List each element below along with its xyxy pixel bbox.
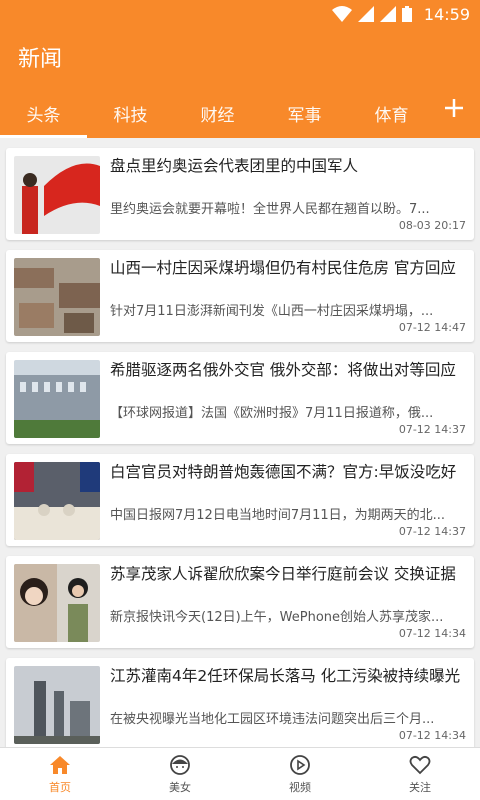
news-list[interactable]: 盘点里约奥运会代表团里的中国军人 里约奥运会就要开幕啦！全世界人民都在翘首以盼。… bbox=[0, 140, 480, 748]
home-icon bbox=[50, 756, 70, 774]
app-bar: 14:59 新闻 头条 科技 财经 军事 体育 bbox=[0, 0, 480, 138]
news-item[interactable]: 苏享茂家人诉翟欣欣案今日举行庭前会议 交换证据 新京报快讯今天(12日)上午，W… bbox=[6, 556, 474, 648]
nav-follow[interactable]: 关注 bbox=[360, 748, 480, 800]
nav-girls-label: 美女 bbox=[169, 781, 191, 794]
news-summary: 【环球网报道】法国《欧洲时报》7月11日报道称，俄... bbox=[110, 406, 434, 421]
battery-icon bbox=[401, 6, 412, 22]
tab-sports[interactable]: 体育 bbox=[348, 99, 435, 126]
signal-icon-2 bbox=[379, 6, 396, 22]
news-item[interactable]: 盘点里约奥运会代表团里的中国军人 里约奥运会就要开幕啦！全世界人民都在翘首以盼。… bbox=[6, 148, 474, 240]
news-date: 07-12 14:37 bbox=[398, 423, 466, 436]
news-summary: 在被央视曝光当地化工园区环境违法问题突出后三个月... bbox=[110, 712, 435, 727]
wifi-icon bbox=[331, 6, 352, 22]
category-tabs: 头条 科技 财经 军事 体育 bbox=[0, 86, 480, 138]
news-title: 江苏灌南4年2任环保局长落马 化工污染被持续曝光 bbox=[110, 667, 461, 685]
add-tab-icon[interactable] bbox=[442, 96, 466, 120]
news-title: 山西一村庄因采煤坍塌但仍有村民住危房 官方回应 bbox=[110, 259, 456, 277]
news-thumbnail bbox=[14, 360, 100, 438]
nav-follow-label: 关注 bbox=[409, 781, 431, 794]
girl-icon bbox=[170, 755, 190, 775]
tab-headlines[interactable]: 头条 bbox=[0, 99, 87, 126]
active-tab-indicator bbox=[0, 135, 87, 138]
news-date: 07-12 14:37 bbox=[398, 525, 466, 538]
nav-video-label: 视频 bbox=[289, 781, 311, 794]
tab-tech[interactable]: 科技 bbox=[87, 99, 174, 126]
status-bar: 14:59 bbox=[0, 0, 480, 28]
news-date: 07-12 14:34 bbox=[398, 729, 466, 742]
heart-icon bbox=[409, 755, 431, 775]
news-item[interactable]: 江苏灌南4年2任环保局长落马 化工污染被持续曝光 在被央视曝光当地化工园区环境违… bbox=[6, 658, 474, 748]
news-thumbnail bbox=[14, 462, 100, 540]
news-summary: 针对7月11日澎湃新闻刊发《山西一村庄因采煤坍塌，... bbox=[110, 304, 434, 319]
news-item[interactable]: 白宫官员对特朗普炮轰德国不满？官方:早饭没吃好 中国日报网7月12日电当地时间7… bbox=[6, 454, 474, 546]
news-title: 盘点里约奥运会代表团里的中国军人 bbox=[110, 157, 359, 175]
video-icon bbox=[290, 755, 310, 775]
news-title: 白宫官员对特朗普炮轰德国不满？官方:早饭没吃好 bbox=[110, 463, 457, 481]
news-summary: 中国日报网7月12日电当地时间7月11日，为期两天的北... bbox=[110, 508, 446, 523]
news-date: 07-12 14:34 bbox=[398, 627, 466, 640]
news-item[interactable]: 山西一村庄因采煤坍塌但仍有村民住危房 官方回应 针对7月11日澎湃新闻刊发《山西… bbox=[6, 250, 474, 342]
news-date: 08-03 20:17 bbox=[398, 219, 466, 232]
news-date: 07-12 14:47 bbox=[398, 321, 466, 334]
news-title: 苏享茂家人诉翟欣欣案今日举行庭前会议 交换证据 bbox=[110, 565, 456, 583]
clock: 14:59 bbox=[423, 4, 470, 24]
news-summary: 里约奥运会就要开幕啦！全世界人民都在翘首以盼。7... bbox=[110, 202, 430, 217]
bottom-navigation: 首页 美女 视频 关注 bbox=[0, 747, 480, 800]
news-thumbnail bbox=[14, 666, 100, 744]
news-title: 希腊驱逐两名俄外交官 俄外交部：将做出对等回应 bbox=[110, 361, 456, 379]
signal-icon bbox=[357, 6, 374, 22]
news-item[interactable]: 希腊驱逐两名俄外交官 俄外交部：将做出对等回应 【环球网报道】法国《欧洲时报》7… bbox=[6, 352, 474, 444]
tab-finance[interactable]: 财经 bbox=[174, 99, 261, 126]
news-summary: 新京报快讯今天(12日)上午，WePhone创始人苏享茂家... bbox=[110, 610, 444, 625]
nav-girls[interactable]: 美女 bbox=[120, 748, 240, 800]
news-thumbnail bbox=[14, 156, 100, 234]
nav-home-label: 首页 bbox=[49, 781, 71, 794]
news-thumbnail bbox=[14, 564, 100, 642]
app-title: 新闻 bbox=[18, 47, 63, 72]
nav-home[interactable]: 首页 bbox=[0, 748, 120, 800]
news-thumbnail bbox=[14, 258, 100, 336]
tab-military[interactable]: 军事 bbox=[261, 99, 348, 126]
nav-video[interactable]: 视频 bbox=[240, 748, 360, 800]
